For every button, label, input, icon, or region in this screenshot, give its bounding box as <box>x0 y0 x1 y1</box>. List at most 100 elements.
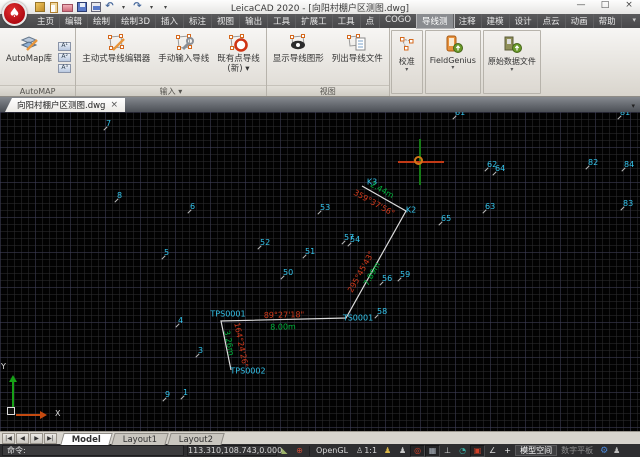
layout-tab-Model[interactable]: Model <box>60 433 113 445</box>
tab-设计[interactable]: 设计 <box>510 14 538 28</box>
calibrate-button[interactable]: 校准 ▾ <box>391 30 423 94</box>
automap-small-button-1[interactable]: A¹ <box>58 42 71 51</box>
tab-插入[interactable]: 插入 <box>156 14 184 28</box>
group-label-input[interactable]: 输入 ▾ <box>76 85 266 96</box>
existing-points-traverse-button[interactable]: 既有点导线 (新) ▾ <box>213 29 264 85</box>
model-space-button[interactable]: 模型空间 <box>515 445 557 456</box>
tab-工具[interactable]: 工具 <box>333 14 361 28</box>
survey-point-61: 61 <box>452 117 457 118</box>
layout-tab-bar: |◀◀▶▶| ModelLayout1Layout2 <box>0 431 640 444</box>
settings-gear-icon[interactable]: ⚙ <box>597 446 611 456</box>
tab-点云[interactable]: 点云 <box>538 14 566 28</box>
redo-button[interactable]: ↷ <box>132 1 143 13</box>
annotation-scale-icon: ♙ <box>352 446 364 455</box>
tab-动画[interactable]: 动画 <box>566 14 594 28</box>
existing-points-traverse-label2: (新) ▾ <box>227 65 249 75</box>
active-traverse-editor-button[interactable]: 主动式导线编辑器 <box>78 29 154 85</box>
app-logo-icon[interactable]: ♠ <box>2 1 27 26</box>
tab-绘制3D[interactable]: 绘制3D <box>116 14 156 28</box>
tab-注释[interactable]: 注释 <box>454 14 482 28</box>
ucs-x-label: X <box>55 409 60 418</box>
constraint-toggle-icon[interactable]: ⊕ <box>292 445 307 457</box>
automap-library-button[interactable]: AutoMap库 <box>2 29 56 85</box>
minimize-button[interactable]: — <box>574 0 588 10</box>
leicacad-window: ♠ ↶ ▾ ↷ ▾ ▾ LeicaCAD 2020 - [向阳村棚户区测图.dw… <box>0 0 640 457</box>
isolate-objects-icon[interactable]: ♟ <box>380 445 395 457</box>
tab-扩展工[interactable]: 扩展工 <box>296 14 333 28</box>
qa-open-button[interactable] <box>62 1 73 13</box>
tab-绘制[interactable]: 绘制 <box>88 14 116 28</box>
undo-button[interactable]: ↶ <box>104 1 115 13</box>
tracking-toggle-icon[interactable]: ◣ <box>277 445 292 457</box>
automap-side-buttons: A¹ A² A³ <box>56 29 73 85</box>
active-traverse-editor-label: 主动式导线编辑器 <box>82 55 150 65</box>
scale-value[interactable]: 1:1 <box>364 446 377 455</box>
survey-point-65: 65 <box>438 223 443 224</box>
survey-point-3: 3 <box>195 355 200 356</box>
fieldgenius-button[interactable]: FieldGenius ▾ <box>425 30 481 94</box>
tab-标注[interactable]: 标注 <box>184 14 212 28</box>
manual-input-traverse-button[interactable]: 手动输入导线 <box>154 29 213 85</box>
angle-snap-icon[interactable]: ∠ <box>485 445 500 457</box>
automap-small-button-3[interactable]: A³ <box>58 64 71 73</box>
tab-建模[interactable]: 建模 <box>482 14 510 28</box>
undo-dropdown-arrow[interactable]: ▾ <box>118 1 129 13</box>
command-input[interactable]: 命令: <box>2 445 184 456</box>
tab-帮助[interactable]: 帮助 <box>594 14 622 28</box>
grid-display-icon[interactable]: ▦ <box>425 445 440 457</box>
drawing-canvas[interactable]: 7865535251504361626463655754565958918182… <box>0 112 640 431</box>
quick-access-toolbar: ↶ ▾ ↷ ▾ ▾ <box>34 1 171 13</box>
raw-data-file-button[interactable]: 原始数据文件 ▾ <box>483 30 541 94</box>
show-traverse-graphic-button[interactable]: 显示导线图形 <box>269 29 328 85</box>
qa-import-button[interactable] <box>34 1 45 13</box>
crosshair-icon[interactable]: + <box>500 445 515 457</box>
save-icon <box>77 2 87 12</box>
ucs-origin-icon <box>7 407 15 415</box>
layout-tab-Layout1[interactable]: Layout1 <box>111 433 169 445</box>
close-button[interactable]: × <box>622 0 636 10</box>
ribbon-tabs: 主页编辑绘制绘制3D插入标注视图输出工具扩展工工具点COGO导线测注释建模设计点… <box>32 14 622 28</box>
list-traverse-file-button[interactable]: 列出导线文件 <box>328 29 387 85</box>
digitizer-button[interactable]: 数字平板 <box>557 445 597 456</box>
survey-point-54: 54 <box>347 244 352 245</box>
document-tab[interactable]: 向阳村棚户区测图.dwg × <box>5 98 125 112</box>
user-person-icon[interactable]: ♟ <box>611 446 622 455</box>
layout-nav-button-0[interactable]: |◀ <box>2 433 15 444</box>
layout-tab-Layout2[interactable]: Layout2 <box>168 433 226 445</box>
center-snap-icon[interactable]: ◎ <box>410 445 425 457</box>
redo-dropdown-arrow[interactable]: ▾ <box>146 1 157 13</box>
document-tab-menu-arrow[interactable]: ▾ <box>626 102 640 112</box>
tab-点[interactable]: 点 <box>361 14 381 28</box>
qat-customize-arrow[interactable]: ▾ <box>160 1 171 13</box>
object-snap-icon[interactable]: ▣ <box>470 445 485 457</box>
tab-主页[interactable]: 主页 <box>32 14 60 28</box>
group-label-automap[interactable]: AutoMAP <box>0 85 75 96</box>
group-label-view[interactable]: 视图 <box>267 85 389 96</box>
ribbon-options-arrow[interactable]: ▾ <box>628 14 640 28</box>
document-tab-close-icon[interactable]: × <box>110 100 118 110</box>
tab-编辑[interactable]: 编辑 <box>60 14 88 28</box>
tab-导线测[interactable]: 导线测 <box>417 14 454 28</box>
qa-new-button[interactable] <box>48 1 59 13</box>
status-left-tools: ◣⊕ <box>277 445 307 457</box>
qa-save-button[interactable] <box>76 1 87 13</box>
layout-nav-button-3[interactable]: ▶| <box>44 433 57 444</box>
maximize-button[interactable]: □ <box>598 0 612 10</box>
tab-COGO[interactable]: COGO <box>380 14 417 28</box>
selection-cycling-icon[interactable]: ♟ <box>395 445 410 457</box>
opengl-button[interactable]: OpenGL <box>312 446 352 455</box>
tab-输出[interactable]: 输出 <box>240 14 268 28</box>
ortho-icon[interactable]: ⊥ <box>440 445 455 457</box>
tab-视图[interactable]: 视图 <box>212 14 240 28</box>
qa-saveas-button[interactable] <box>90 1 101 13</box>
traverse-pencil-icon <box>105 31 127 55</box>
polar-tracking-icon[interactable]: ◔ <box>455 445 470 457</box>
automap-library-label: AutoMap库 <box>6 55 52 65</box>
layout-nav-button-2[interactable]: ▶ <box>30 433 43 444</box>
layout-nav-button-1[interactable]: ◀ <box>16 433 29 444</box>
command-prompt-label: 命令: <box>7 445 26 456</box>
automap-small-button-2[interactable]: A² <box>58 53 71 62</box>
ribbon-group-input: 主动式导线编辑器 手动输入导线 既有点导线 (新) ▾ 输入 ▾ <box>76 28 267 96</box>
tab-工具[interactable]: 工具 <box>268 14 296 28</box>
calibrate-nodes-icon <box>396 32 418 56</box>
